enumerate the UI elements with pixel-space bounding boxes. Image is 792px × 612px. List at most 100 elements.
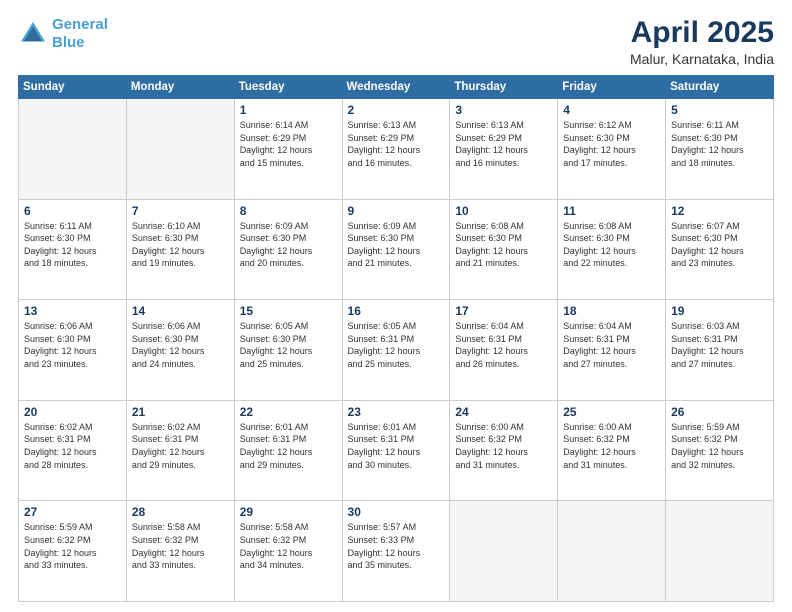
day-info: Sunrise: 6:03 AM Sunset: 6:31 PM Dayligh… bbox=[671, 320, 768, 370]
calendar-cell: 27 Sunrise: 5:59 AM Sunset: 6:32 PM Dayli… bbox=[19, 501, 127, 602]
calendar-cell: 21 Sunrise: 6:02 AM Sunset: 6:31 PM Dayli… bbox=[126, 400, 234, 501]
day-number: 14 bbox=[132, 304, 229, 318]
day-number: 10 bbox=[455, 204, 552, 218]
calendar-cell bbox=[19, 99, 127, 200]
day-info: Sunrise: 5:59 AM Sunset: 6:32 PM Dayligh… bbox=[671, 421, 768, 471]
calendar-cell: 26 Sunrise: 5:59 AM Sunset: 6:32 PM Dayli… bbox=[666, 400, 774, 501]
day-info: Sunrise: 6:07 AM Sunset: 6:30 PM Dayligh… bbox=[671, 220, 768, 270]
day-info: Sunrise: 6:08 AM Sunset: 6:30 PM Dayligh… bbox=[563, 220, 660, 270]
calendar-week-row: 13 Sunrise: 6:06 AM Sunset: 6:30 PM Dayli… bbox=[19, 300, 774, 401]
day-info: Sunrise: 6:04 AM Sunset: 6:31 PM Dayligh… bbox=[455, 320, 552, 370]
calendar-cell: 29Sunrise: 5:58 AM Sunset: 6:32 PM Dayli… bbox=[234, 501, 342, 602]
day-info: Sunrise: 6:13 AM Sunset: 6:29 PM Dayligh… bbox=[455, 119, 552, 169]
day-info: Sunrise: 6:12 AM Sunset: 6:30 PM Dayligh… bbox=[563, 119, 660, 169]
logo-icon bbox=[18, 19, 48, 49]
day-number: 3 bbox=[455, 103, 552, 117]
calendar-cell bbox=[126, 99, 234, 200]
calendar-cell: 2 Sunrise: 6:13 AM Sunset: 6:29 PM Daylig… bbox=[342, 99, 450, 200]
calendar-cell: 11Sunrise: 6:08 AM Sunset: 6:30 PM Dayli… bbox=[558, 199, 666, 300]
day-info: Sunrise: 6:05 AM Sunset: 6:31 PM Dayligh… bbox=[348, 320, 445, 370]
calendar-cell: 28 Sunrise: 5:58 AM Sunset: 6:32 PM Dayli… bbox=[126, 501, 234, 602]
day-number: 19 bbox=[671, 304, 768, 318]
day-number: 22 bbox=[240, 405, 337, 419]
day-number: 1 bbox=[240, 103, 337, 117]
day-number: 9 bbox=[348, 204, 445, 218]
calendar-cell: 15 Sunrise: 6:05 AM Sunset: 6:30 PM Dayli… bbox=[234, 300, 342, 401]
day-number: 18 bbox=[563, 304, 660, 318]
day-info: Sunrise: 6:00 AM Sunset: 6:32 PM Dayligh… bbox=[455, 421, 552, 471]
calendar-cell: 9 Sunrise: 6:09 AM Sunset: 6:30 PM Daylig… bbox=[342, 199, 450, 300]
day-info: Sunrise: 6:01 AM Sunset: 6:31 PM Dayligh… bbox=[348, 421, 445, 471]
calendar-cell bbox=[558, 501, 666, 602]
day-number: 16 bbox=[348, 304, 445, 318]
calendar-cell bbox=[450, 501, 558, 602]
calendar-cell: 25Sunrise: 6:00 AM Sunset: 6:32 PM Dayli… bbox=[558, 400, 666, 501]
day-number: 12 bbox=[671, 204, 768, 218]
day-number: 23 bbox=[348, 405, 445, 419]
sub-title: Malur, Karnataka, India bbox=[630, 51, 774, 67]
day-number: 4 bbox=[563, 103, 660, 117]
calendar-week-row: 6Sunrise: 6:11 AM Sunset: 6:30 PM Daylig… bbox=[19, 199, 774, 300]
logo-text: General Blue bbox=[52, 16, 108, 52]
day-info: Sunrise: 5:57 AM Sunset: 6:33 PM Dayligh… bbox=[348, 521, 445, 571]
day-info: Sunrise: 6:01 AM Sunset: 6:31 PM Dayligh… bbox=[240, 421, 337, 471]
calendar-cell: 18 Sunrise: 6:04 AM Sunset: 6:31 PM Dayli… bbox=[558, 300, 666, 401]
col-thursday: Thursday bbox=[450, 76, 558, 99]
day-info: Sunrise: 6:06 AM Sunset: 6:30 PM Dayligh… bbox=[24, 320, 121, 370]
day-number: 27 bbox=[24, 505, 121, 519]
day-info: Sunrise: 6:11 AM Sunset: 6:30 PM Dayligh… bbox=[671, 119, 768, 169]
calendar-cell: 14Sunrise: 6:06 AM Sunset: 6:30 PM Dayli… bbox=[126, 300, 234, 401]
title-block: April 2025 Malur, Karnataka, India bbox=[630, 16, 774, 67]
day-info: Sunrise: 6:04 AM Sunset: 6:31 PM Dayligh… bbox=[563, 320, 660, 370]
calendar-cell: 16 Sunrise: 6:05 AM Sunset: 6:31 PM Dayli… bbox=[342, 300, 450, 401]
day-info: Sunrise: 6:05 AM Sunset: 6:30 PM Dayligh… bbox=[240, 320, 337, 370]
day-number: 13 bbox=[24, 304, 121, 318]
day-number: 20 bbox=[24, 405, 121, 419]
day-info: Sunrise: 6:13 AM Sunset: 6:29 PM Dayligh… bbox=[348, 119, 445, 169]
day-info: Sunrise: 6:02 AM Sunset: 6:31 PM Dayligh… bbox=[24, 421, 121, 471]
day-info: Sunrise: 6:02 AM Sunset: 6:31 PM Dayligh… bbox=[132, 421, 229, 471]
day-number: 26 bbox=[671, 405, 768, 419]
day-number: 6 bbox=[24, 204, 121, 218]
header: General Blue April 2025 Malur, Karnataka… bbox=[18, 16, 774, 67]
day-info: Sunrise: 6:14 AM Sunset: 6:29 PM Dayligh… bbox=[240, 119, 337, 169]
day-number: 29 bbox=[240, 505, 337, 519]
calendar-cell: 1 Sunrise: 6:14 AM Sunset: 6:29 PM Daylig… bbox=[234, 99, 342, 200]
logo: General Blue bbox=[18, 16, 108, 52]
calendar-cell: 12 Sunrise: 6:07 AM Sunset: 6:30 PM Dayli… bbox=[666, 199, 774, 300]
day-info: Sunrise: 5:59 AM Sunset: 6:32 PM Dayligh… bbox=[24, 521, 121, 571]
day-info: Sunrise: 5:58 AM Sunset: 6:32 PM Dayligh… bbox=[132, 521, 229, 571]
day-number: 15 bbox=[240, 304, 337, 318]
col-sunday: Sunday bbox=[19, 76, 127, 99]
calendar-cell: 22 Sunrise: 6:01 AM Sunset: 6:31 PM Dayli… bbox=[234, 400, 342, 501]
main-title: April 2025 bbox=[630, 16, 774, 49]
day-number: 5 bbox=[671, 103, 768, 117]
calendar-cell: 20 Sunrise: 6:02 AM Sunset: 6:31 PM Dayli… bbox=[19, 400, 127, 501]
calendar-week-row: 27 Sunrise: 5:59 AM Sunset: 6:32 PM Dayli… bbox=[19, 501, 774, 602]
calendar-cell: 19 Sunrise: 6:03 AM Sunset: 6:31 PM Dayli… bbox=[666, 300, 774, 401]
day-number: 21 bbox=[132, 405, 229, 419]
calendar-cell bbox=[666, 501, 774, 602]
calendar-table: Sunday Monday Tuesday Wednesday Thursday… bbox=[18, 75, 774, 602]
day-info: Sunrise: 6:08 AM Sunset: 6:30 PM Dayligh… bbox=[455, 220, 552, 270]
calendar-cell: 6Sunrise: 6:11 AM Sunset: 6:30 PM Daylig… bbox=[19, 199, 127, 300]
day-number: 2 bbox=[348, 103, 445, 117]
day-info: Sunrise: 6:09 AM Sunset: 6:30 PM Dayligh… bbox=[240, 220, 337, 270]
col-wednesday: Wednesday bbox=[342, 76, 450, 99]
day-number: 17 bbox=[455, 304, 552, 318]
day-number: 24 bbox=[455, 405, 552, 419]
calendar-cell: 5 Sunrise: 6:11 AM Sunset: 6:30 PM Daylig… bbox=[666, 99, 774, 200]
page: General Blue April 2025 Malur, Karnataka… bbox=[0, 0, 792, 612]
calendar-week-row: 1 Sunrise: 6:14 AM Sunset: 6:29 PM Daylig… bbox=[19, 99, 774, 200]
day-info: Sunrise: 6:09 AM Sunset: 6:30 PM Dayligh… bbox=[348, 220, 445, 270]
day-number: 7 bbox=[132, 204, 229, 218]
calendar-cell: 8Sunrise: 6:09 AM Sunset: 6:30 PM Daylig… bbox=[234, 199, 342, 300]
day-number: 28 bbox=[132, 505, 229, 519]
calendar-cell: 23 Sunrise: 6:01 AM Sunset: 6:31 PM Dayli… bbox=[342, 400, 450, 501]
calendar-cell: 24 Sunrise: 6:00 AM Sunset: 6:32 PM Dayli… bbox=[450, 400, 558, 501]
day-info: Sunrise: 6:00 AM Sunset: 6:32 PM Dayligh… bbox=[563, 421, 660, 471]
col-friday: Friday bbox=[558, 76, 666, 99]
col-saturday: Saturday bbox=[666, 76, 774, 99]
calendar-cell: 3 Sunrise: 6:13 AM Sunset: 6:29 PM Daylig… bbox=[450, 99, 558, 200]
calendar-week-row: 20 Sunrise: 6:02 AM Sunset: 6:31 PM Dayli… bbox=[19, 400, 774, 501]
